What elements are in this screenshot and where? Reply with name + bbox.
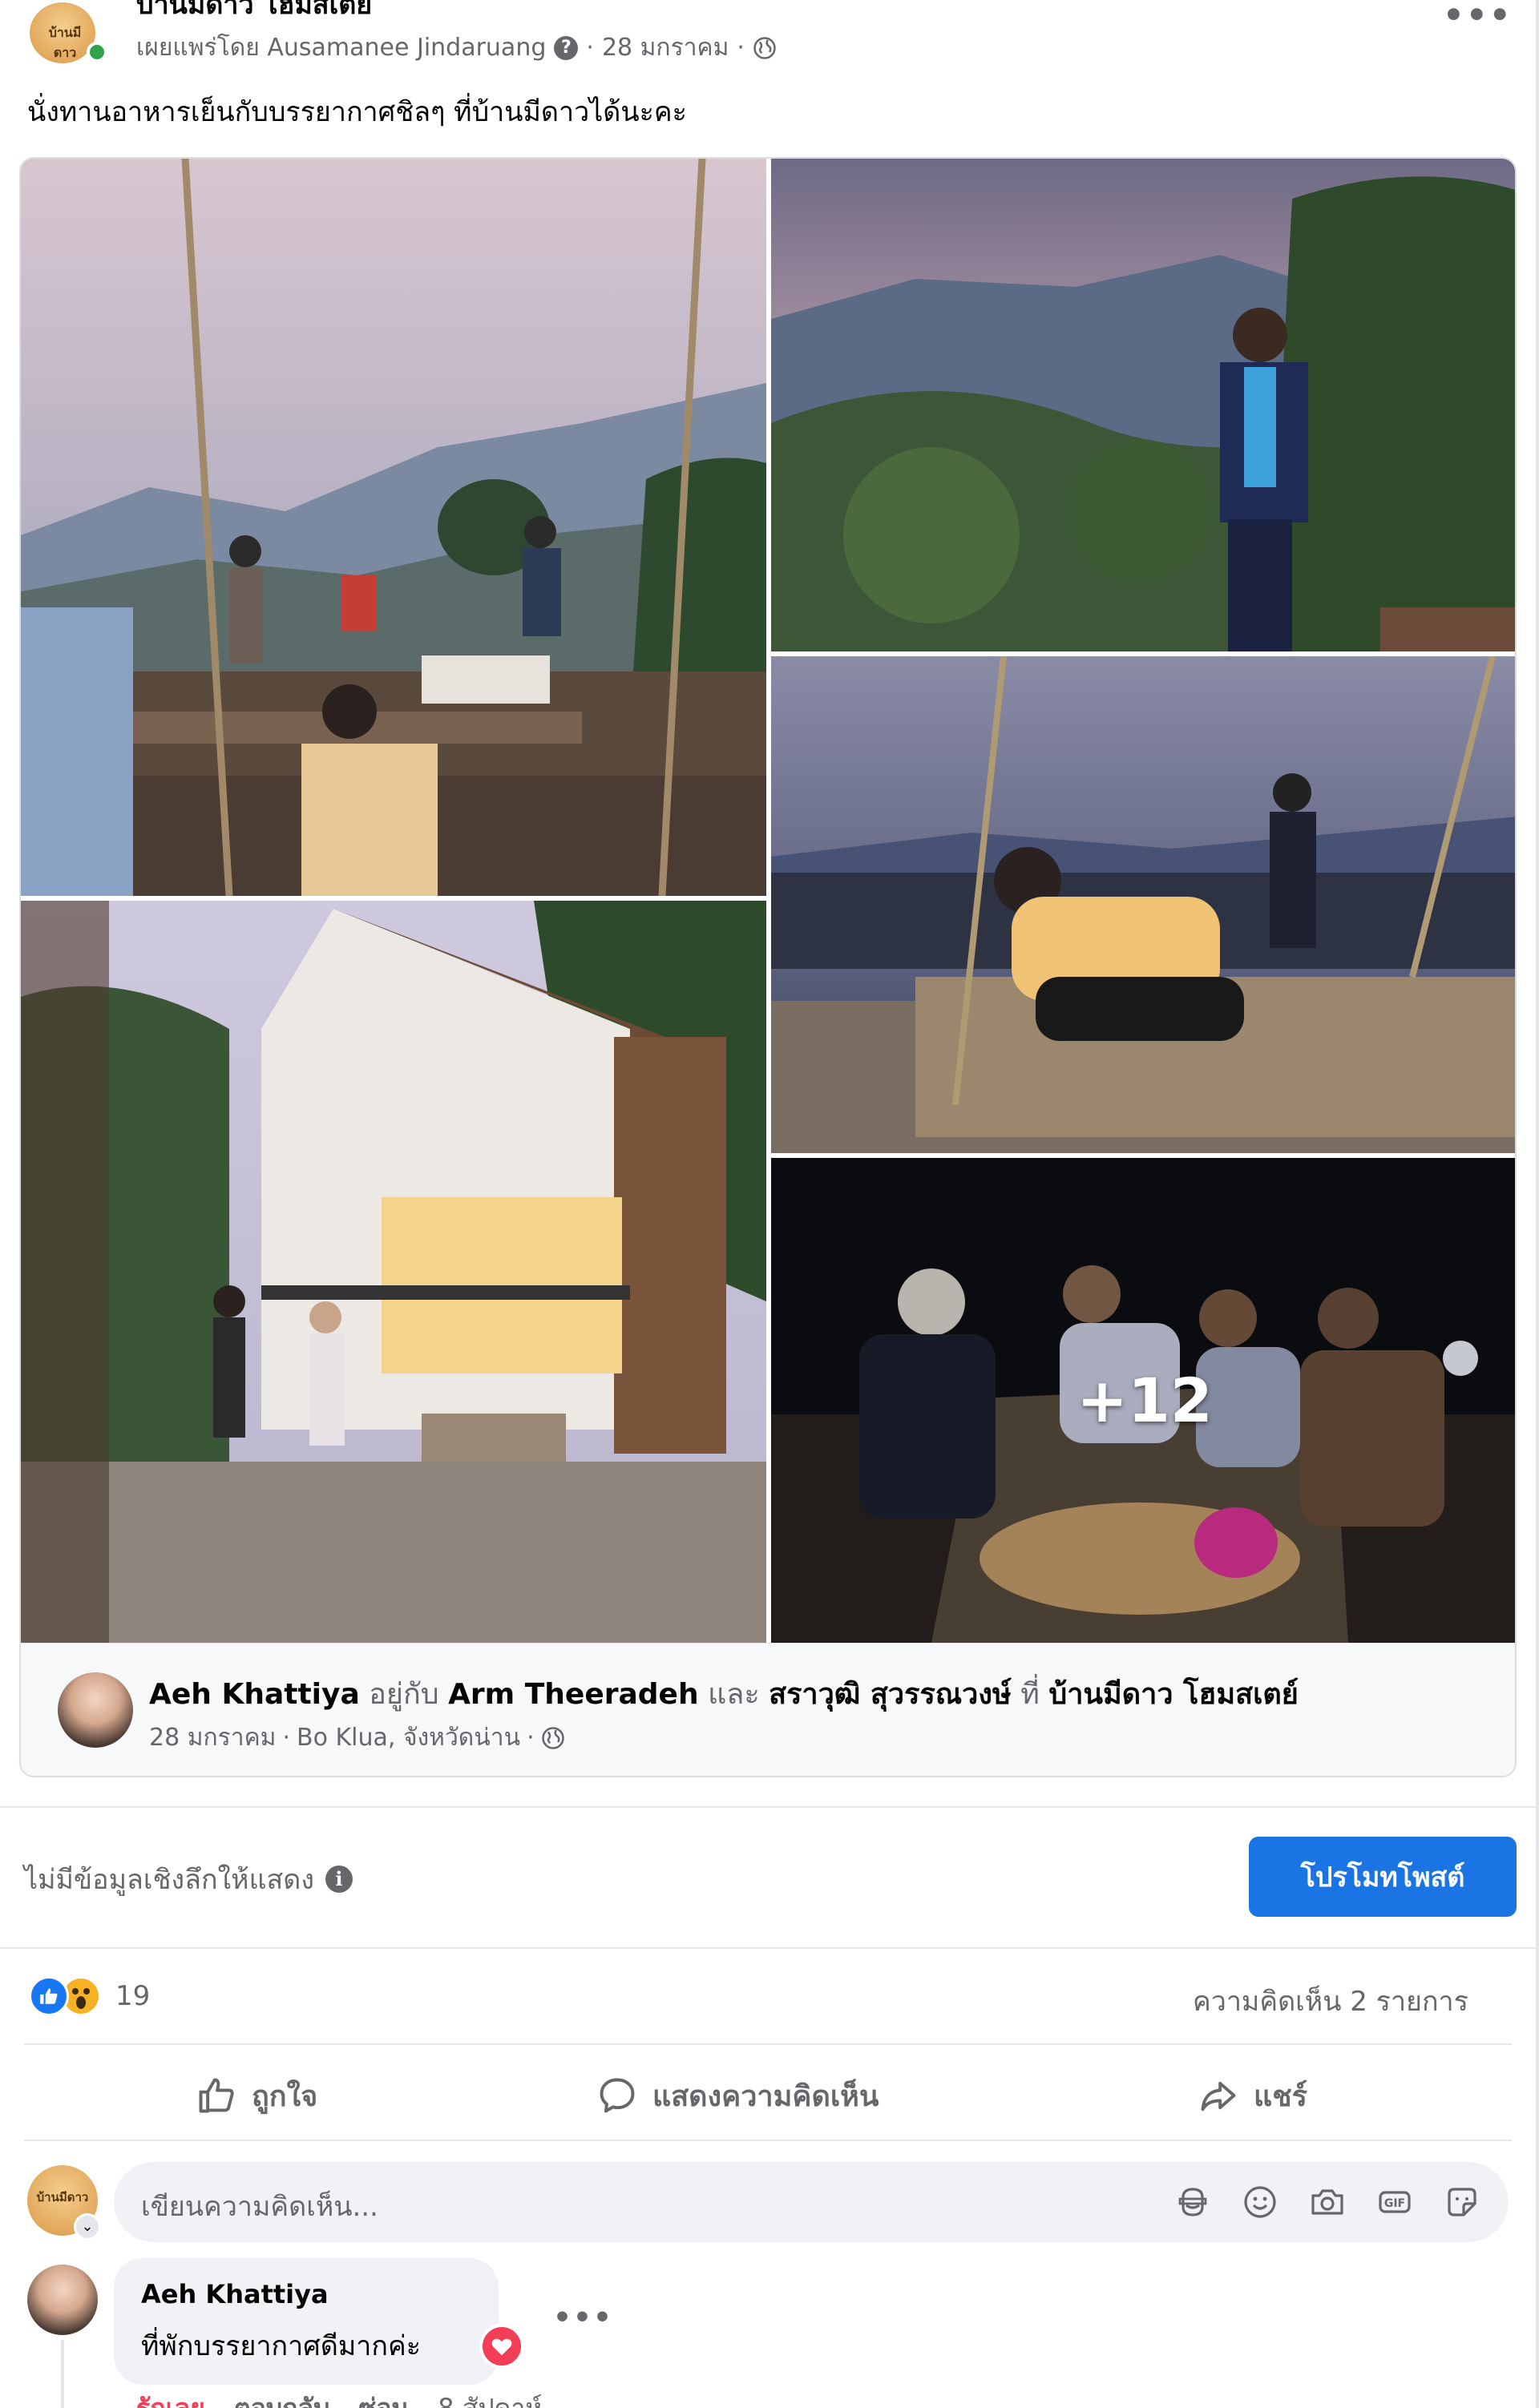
post-header: บ้านมีดาว บ้านมีดาว โฮมสเตย์ เผยแพร่โดย … (0, 0, 1536, 88)
checkin-with-word: อยู่กับ (369, 1678, 439, 1711)
avatar-sticker-icon[interactable] (1170, 2180, 1215, 2224)
share-label: แชร์ (1254, 2079, 1307, 2113)
share-arrow-icon (1201, 2081, 1236, 2112)
gif-icon[interactable]: GIF (1372, 2180, 1417, 2224)
checkin-separator-2: · (527, 1724, 535, 1752)
divider-1 (0, 1806, 1536, 1808)
comment-button[interactable]: แสดงความคิดเห็น (596, 2051, 879, 2140)
checkin-separator: · (282, 1724, 290, 1752)
like-label: ถูกใจ (252, 2079, 318, 2113)
avatar-logo-text: บ้านมีดาว (48, 25, 82, 60)
more-photos-overlay[interactable]: +12 (771, 1158, 1515, 1643)
checkin-date[interactable]: 28 มกราคม (149, 1719, 276, 1757)
insights-text: ไม่มีข้อมูลเชิงลึกให้แสดง (24, 1864, 314, 1896)
comment-label: แสดงความคิดเห็น (652, 2079, 879, 2113)
comment-love-button[interactable]: รักเลย (136, 2388, 205, 2408)
right-border (1536, 0, 1539, 2408)
comment-text: ที่พักบรรยากาศดีมากค่ะ (141, 2330, 421, 2362)
composer-avatar-logo-text: บ้านมีดาว (36, 2190, 89, 2204)
svg-text:GIF: GIF (1384, 2197, 1405, 2210)
comment-more-button[interactable]: ••• (553, 2301, 613, 2334)
insights-row: ไม่มีข้อมูลเชิงลึกให้แสดง i (24, 1857, 353, 1901)
checkin-friend-2[interactable]: สราวุฒิ สุวรรณวงษ์ (769, 1678, 1012, 1711)
checkin-friend-1[interactable]: Arm Theeradeh (448, 1678, 699, 1711)
comment-author[interactable]: Aeh Khattiya (141, 2279, 329, 2309)
comment-time[interactable]: 8 สัปดาห์ (438, 2388, 542, 2408)
online-status-dot (87, 42, 107, 63)
checkin-line: Aeh Khattiya อยู่กับ Arm Theeradeh และ ส… (149, 1671, 1299, 1716)
comment-bubble-icon (600, 2078, 635, 2113)
composer-icons: GIF (1170, 2180, 1484, 2224)
comment-actions: รักเลย ตอบกลับ ซ่อน 8 สัปดาห์ (136, 2388, 543, 2408)
thumbs-up-icon (199, 2078, 234, 2113)
checkin-avatar[interactable] (58, 1672, 133, 1748)
checkin-location[interactable]: Bo Klua, จังหวัดน่าน (297, 1719, 520, 1757)
meta-separator-2: · (737, 34, 745, 62)
divider-4 (24, 2140, 1512, 2141)
comment-bubble: Aeh Khattiya ที่พักบรรยากาศดีมากค่ะ (114, 2258, 499, 2385)
promote-post-button[interactable]: โปรโมทโพสต์ (1249, 1837, 1517, 1917)
thread-line (61, 2340, 64, 2408)
photo-swing-deck[interactable] (21, 159, 766, 896)
photo-mountain-view[interactable] (771, 159, 1515, 651)
globe-icon[interactable] (541, 1726, 565, 1750)
page-name[interactable]: บ้านมีดาว โฮมสเตย์ (136, 0, 372, 26)
checkin-author[interactable]: Aeh Khattiya (149, 1678, 360, 1711)
emoji-icon[interactable] (1238, 2180, 1282, 2224)
love-reaction-icon[interactable] (479, 2324, 524, 2369)
post-more-button[interactable]: ••• (1443, 0, 1513, 34)
camera-icon[interactable] (1305, 2180, 1350, 2224)
media-card: +12 Aeh Khattiya อยู่กับ Arm Theeradeh แ… (19, 157, 1517, 1777)
checkin-and-word: และ (708, 1678, 760, 1711)
globe-icon[interactable] (753, 36, 777, 60)
like-reaction-icon (29, 1976, 69, 2016)
comment-composer[interactable]: เขียนความคิดเห็น... GIF (114, 2162, 1509, 2242)
reaction-count: 19 (115, 1980, 151, 2012)
sticker-icon[interactable] (1440, 2180, 1484, 2224)
post-actions: ถูกใจ แสดงความคิดเห็น แชร์ (0, 2051, 1536, 2140)
commenter-avatar[interactable] (27, 2265, 98, 2335)
comment-reply-button[interactable]: ตอบกลับ (234, 2388, 330, 2408)
post-date[interactable]: 28 มกราคม (602, 29, 729, 67)
photo-boy-swing[interactable] (771, 656, 1515, 1153)
like-button[interactable]: ถูกใจ (196, 2051, 317, 2140)
chevron-down-icon[interactable]: ⌄ (74, 2213, 101, 2241)
reactions-summary[interactable]: 19 (29, 1976, 150, 2016)
checkin-bar: Aeh Khattiya อยู่กับ Arm Theeradeh และ ส… (21, 1643, 1515, 1776)
checkin-meta: 28 มกราคม · Bo Klua, จังหวัดน่าน · (149, 1719, 565, 1757)
checkin-at-word: ที่ (1020, 1678, 1040, 1711)
info-icon[interactable]: i (325, 1865, 353, 1893)
comment-hide-button[interactable]: ซ่อน (358, 2388, 409, 2408)
divider-2 (0, 1947, 1536, 1949)
question-icon[interactable]: ? (554, 35, 579, 60)
photo-night-dinner[interactable]: +12 (771, 1158, 1515, 1643)
post-text: นั่งทานอาหารเย็นกับบรรยากาศชิลๆ ที่บ้านม… (27, 96, 687, 128)
photo-cabin[interactable] (21, 901, 766, 1643)
share-button[interactable]: แชร์ (1198, 2051, 1307, 2140)
checkin-place[interactable]: บ้านมีดาว โฮมสเตย์ (1048, 1678, 1299, 1711)
post-meta: เผยแพร่โดย Ausamanee Jindaruang ? · 28 ม… (136, 29, 777, 67)
meta-separator: · (586, 34, 594, 62)
comment-count[interactable]: ความคิดเห็น 2 รายการ (1193, 1979, 1468, 2023)
comment-input-placeholder[interactable]: เขียนความคิดเห็น... (141, 2184, 378, 2228)
divider-3 (24, 2043, 1512, 2045)
published-by[interactable]: เผยแพร่โดย Ausamanee Jindaruang (136, 29, 546, 67)
